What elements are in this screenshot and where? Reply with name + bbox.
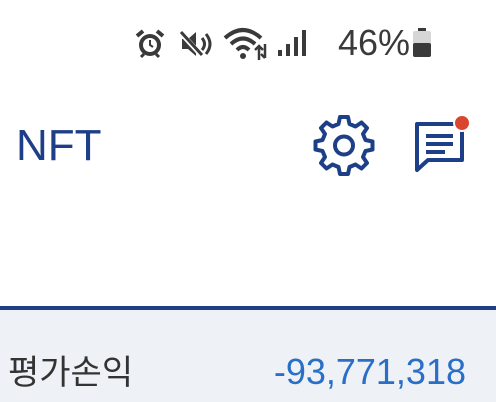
summary-label: 평가손익 xyxy=(8,353,134,393)
page-title: NFT xyxy=(16,121,102,170)
summary-value: -93,771,318 xyxy=(273,351,466,392)
battery-icon xyxy=(413,28,431,57)
status-bar: 46% xyxy=(0,0,496,86)
app-bar: NFT xyxy=(0,86,496,206)
gear-icon[interactable] xyxy=(312,114,376,178)
chat-notification-icon[interactable] xyxy=(410,112,474,176)
battery-percent: 46% xyxy=(337,22,410,63)
wifi-icon xyxy=(223,28,267,60)
signal-icon xyxy=(278,30,306,56)
mute-icon xyxy=(178,30,212,58)
summary-row: 평가손익 -93,771,318 xyxy=(0,310,496,402)
alarm-icon xyxy=(135,29,165,59)
